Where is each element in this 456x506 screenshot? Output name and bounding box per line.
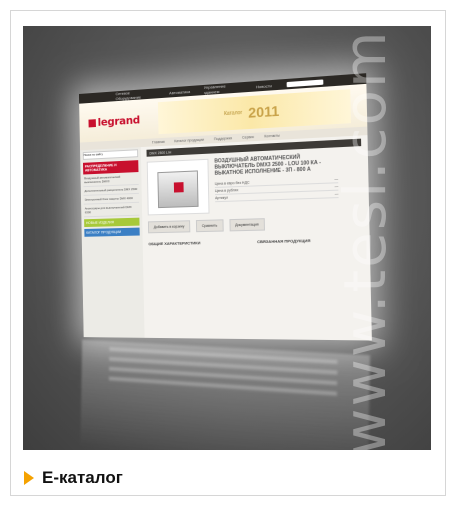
sidebar-search: Поиск по сайту <box>83 149 138 160</box>
caption-label: E-каталог <box>42 468 123 488</box>
site-search-input <box>286 79 323 87</box>
tilted-screen: Сетевое Оборудование Автоматика Управлен… <box>79 73 372 340</box>
docs-button: Документация <box>229 218 265 231</box>
caption: E-каталог <box>24 468 123 488</box>
add-to-cart-button: Добавить в корзину <box>148 220 190 233</box>
compare-button: Сравнить <box>196 219 223 232</box>
catalog-banner: Каталог 2011 <box>158 89 351 134</box>
topbar-item: Автоматика <box>169 88 190 95</box>
specs-right-title: СВЯЗАННАЯ ПРОДУКЦИЯ <box>257 237 363 244</box>
topbar-item: Новости <box>256 83 272 89</box>
product-prices: Цена в евро без НДС — Цена в рублях — Арти… <box>215 176 339 202</box>
nav-item: Поддержка <box>214 136 232 141</box>
product-specs: ОБЩИЕ ХАРАКТЕРИСТИКИ СВЯЗАННАЯ ПРОДУКЦИЯ <box>148 237 363 248</box>
nav-item: Контакты <box>264 134 280 139</box>
arrow-icon <box>24 471 34 485</box>
nav-item: Главная <box>152 140 165 145</box>
nav-item: Сервис <box>242 135 254 140</box>
specs-left-title: ОБЩИЕ ХАРАКТЕРИСТИКИ <box>148 239 247 246</box>
legrand-logo: legrand <box>88 113 140 129</box>
product-main: DMX 2500 L/H ВОЗДУШНЫЙ АВТОМАТИЧЕСКИЙ ВЫ… <box>141 135 372 340</box>
screen-reflection <box>80 340 370 450</box>
banner-text: Каталог <box>224 110 242 117</box>
product-image <box>147 159 210 216</box>
sidebar-item: Аксессуары для выключателей DMX 6300 <box>84 203 140 218</box>
sidebar-catalog-link: КАТАЛОГ ПРОДУКЦИИ <box>84 228 139 237</box>
sidebar-new-products: НОВЫЕ ИЗДЕЛИЯ <box>84 218 139 227</box>
banner-year: 2011 <box>248 102 279 120</box>
nav-item: Каталог продукции <box>174 138 204 144</box>
product-title: ВОЗДУШНЫЙ АВТОМАТИЧЕСКИЙ ВЫКЛЮЧАТЕЛЬ DMX… <box>214 153 338 177</box>
catalog-screenshot-photo: Сетевое Оборудование Автоматика Управлен… <box>23 26 431 450</box>
site-sidebar: Поиск по сайту РАСПРЕДЕЛЕНИЕ И АВТОМАТИК… <box>80 147 145 340</box>
product-actions: Добавить в корзину Сравнить Документация <box>148 215 363 233</box>
